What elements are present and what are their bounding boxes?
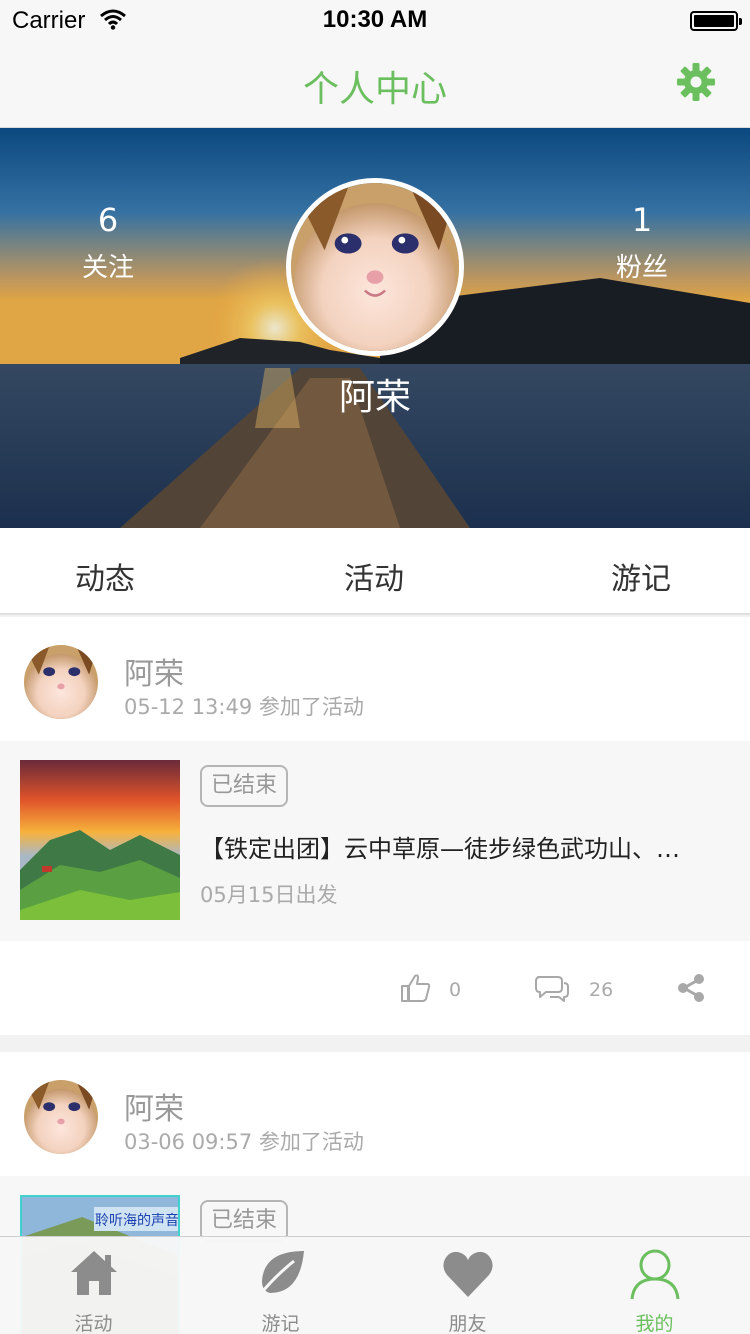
tabbar-label: 我的 [635, 1313, 674, 1334]
tabbar-label: 朋友 [448, 1313, 487, 1334]
person-icon [630, 1249, 680, 1300]
profile-avatar[interactable] [286, 178, 464, 356]
avatar[interactable] [24, 645, 98, 719]
activity-date: 05月15日出发 [200, 883, 338, 907]
activity-title: 【铁定出团】云中草原—徒步绿色武功山、… [200, 835, 680, 863]
comment-icon[interactable] [534, 973, 570, 1003]
tabbar-item-me[interactable]: 我的 [561, 1237, 748, 1334]
tabbar-label: 游记 [261, 1313, 300, 1334]
feed-item: 阿荣 03-06 09:57 参加了活动 聆听海的声音 已结束 [0, 1052, 750, 1334]
profile-header: 6 关注 1 粉丝 阿荣 [0, 128, 750, 528]
mountain-photo [20, 760, 180, 920]
tab-travelogues[interactable]: 游记 [611, 554, 671, 598]
post-meta: 05-12 13:49 参加了活动 [124, 695, 364, 719]
leaf-icon [256, 1251, 304, 1298]
comment-count: 26 [589, 979, 614, 1001]
share-icon[interactable] [676, 973, 706, 1003]
cat-photo [24, 1080, 98, 1154]
tab-feed[interactable]: 动态 [75, 554, 135, 598]
tabbar-item-friends[interactable]: 朋友 [374, 1237, 561, 1334]
tabbar-item-travelogues[interactable]: 游记 [187, 1237, 374, 1334]
post-meta: 03-06 09:57 参加了活动 [124, 1130, 364, 1154]
following-label: 关注 [81, 253, 134, 283]
page-title: 个人中心 [302, 69, 447, 110]
status-bar: Carrier 10:30 AM [0, 0, 750, 40]
status-badge: 已结束 [200, 765, 289, 807]
tabbar-item-activities[interactable]: 活动 [0, 1237, 187, 1334]
activity-card[interactable]: 已结束 【铁定出团】云中草原—徒步绿色武功山、… 05月15日出发 [0, 741, 750, 941]
activity-thumbnail [20, 760, 180, 920]
cat-photo [24, 645, 98, 719]
profile-name: 阿荣 [338, 377, 411, 418]
bottom-tab-bar: 活动 游记 朋友 我的 [0, 1236, 750, 1334]
fans-count: 1 [631, 201, 653, 239]
gear-icon[interactable] [676, 62, 716, 102]
tab-activities[interactable]: 活动 [344, 554, 404, 598]
user-name[interactable]: 阿荣 [124, 649, 184, 693]
thumbnail-caption: 聆听海的声音 [95, 1212, 179, 1229]
tabbar-label: 活动 [74, 1313, 113, 1334]
thumbs-up-icon[interactable] [400, 973, 432, 1003]
home-icon [71, 1251, 117, 1295]
feed-item: 阿荣 05-12 13:49 参加了活动 已结束 【铁定出团】云中草原—徒步绿色… [0, 617, 750, 1035]
user-name[interactable]: 阿荣 [124, 1084, 184, 1128]
fans-stat[interactable]: 1 粉丝 [572, 200, 712, 288]
cat-photo [291, 183, 459, 351]
fans-label: 粉丝 [615, 253, 668, 283]
post-actions: 0 26 [0, 941, 750, 1035]
navigation-bar: 个人中心 [0, 40, 750, 128]
heart-icon [443, 1251, 493, 1297]
profile-tabs: 动态 活动 游记 [0, 528, 750, 615]
like-count: 0 [449, 979, 462, 1001]
battery-icon [690, 11, 742, 31]
clock: 10:30 AM [322, 6, 428, 33]
following-stat[interactable]: 6 关注 [38, 200, 178, 288]
avatar[interactable] [24, 1080, 98, 1154]
following-count: 6 [97, 201, 119, 239]
